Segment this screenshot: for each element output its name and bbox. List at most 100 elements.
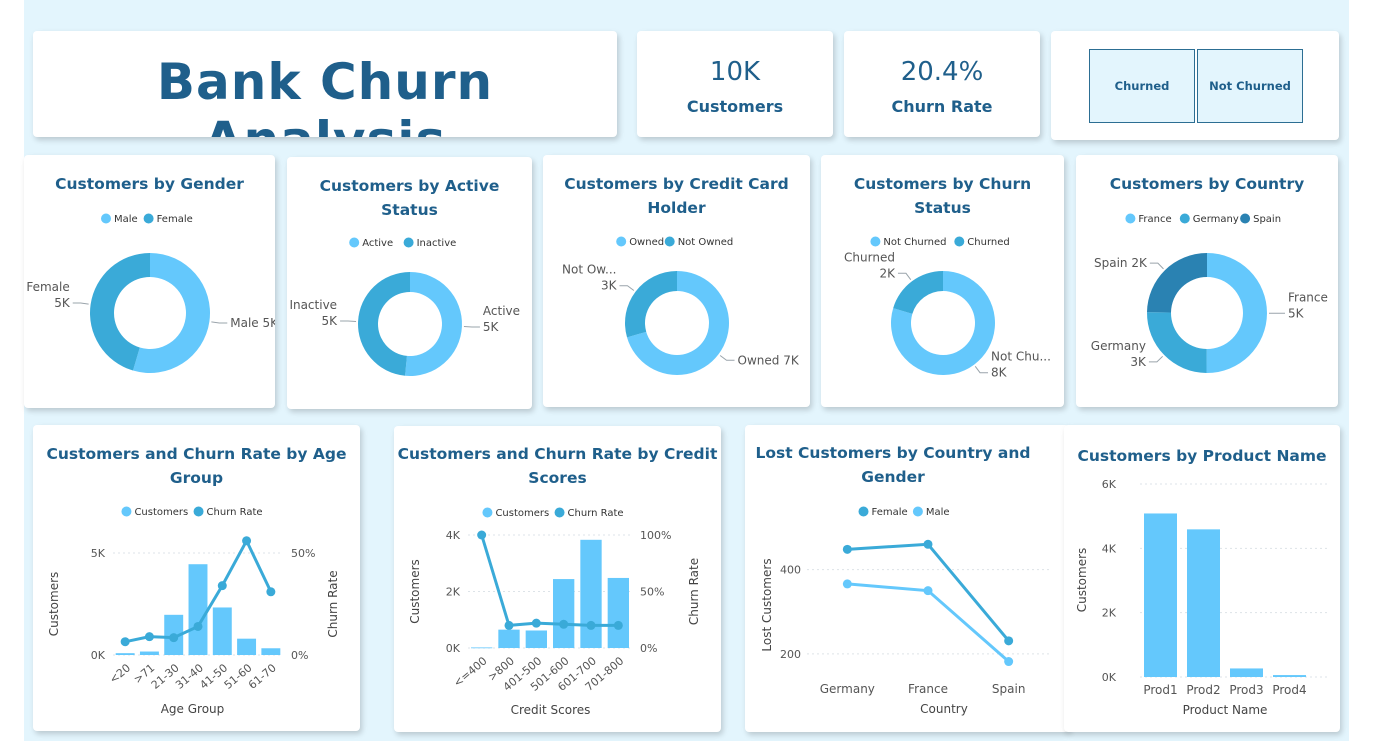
y2-tick-label: 0% — [640, 642, 657, 655]
gender-donut-chart: Customers by Gender Male Female Male 5K Fema… — [26, 175, 275, 373]
legend-marker-not-churned — [870, 236, 881, 247]
legend-marker-inactive — [403, 237, 414, 248]
legend-label-male: Male — [114, 214, 138, 225]
legend-label-france: France — [1138, 214, 1171, 225]
gender-chart-card: Customers by Gender Male Female Male 5K Fema… — [24, 155, 275, 408]
slice-france — [1206, 253, 1267, 373]
y2-axis-title: Churn Rate — [326, 570, 340, 637]
legend-marker-not-owned — [664, 236, 675, 247]
credit-score-chart-card: Customers and Churn Rate by Credit Scores… — [394, 426, 721, 732]
y-tick-label: 4K — [446, 529, 461, 542]
y2-tick-label: 0% — [291, 649, 308, 662]
churn-rate-point-601-700 — [586, 620, 596, 630]
bar-31-40 — [188, 564, 208, 655]
leader-line-spain — [1149, 262, 1164, 270]
legend-marker-customers — [482, 507, 493, 518]
legend-marker-churn-rate — [554, 507, 565, 518]
leader-line-not-churned — [974, 366, 989, 374]
x-axis-title: Country — [920, 702, 968, 716]
bar-71 — [139, 651, 159, 655]
legend-marker-spain — [1240, 213, 1251, 224]
legend-marker-churned — [954, 236, 965, 247]
kpi-label-customers: Customers — [686, 97, 784, 116]
churn-status-chart-card: Customers by Churn Status Not Churned Churn… — [821, 155, 1064, 407]
y-axis-title: Customers — [47, 572, 61, 637]
x-axis-title: Credit Scores — [511, 703, 591, 717]
data-label-germany: 3K — [1130, 355, 1147, 369]
churn-rate-point-31-40 — [193, 621, 203, 631]
bar-51-60 — [237, 638, 257, 655]
product-bar-chart: Customers by Product Name 0K 2K 4K 6K Prod1 Pr… — [1075, 447, 1328, 717]
product-chart-card: Customers by Product Name 0K 2K 4K 6K Prod1 Pr… — [1064, 425, 1340, 732]
chart-title: Scores — [528, 469, 586, 487]
y-axis-title: Lost Customers — [760, 558, 774, 651]
chart-title: Customers and Churn Rate by Age — [46, 445, 346, 463]
legend-label-male: Male — [926, 507, 950, 518]
legend-label-female: Female — [872, 507, 908, 518]
data-label-active: Active — [483, 304, 520, 318]
bar-20 — [115, 653, 135, 655]
y-tick-label: 400 — [780, 564, 801, 577]
lost-customers-chart-card: Lost Customers by Country and Gender Femal… — [745, 425, 1069, 732]
legend-label-churned: Churned — [967, 237, 1009, 248]
legend-marker-male — [101, 213, 111, 224]
legend-label-spain: Spain — [1253, 214, 1281, 225]
point-female-france — [923, 539, 933, 549]
bar-prod1 — [1144, 513, 1177, 677]
legend-marker-churn-rate — [193, 506, 204, 517]
churn-rate-point-800 — [504, 620, 514, 630]
slicer-option-churned[interactable]: Churned — [1089, 49, 1195, 123]
chart-title: Customers by Gender — [55, 175, 244, 193]
legend-label-customers: Customers — [495, 508, 549, 519]
credit-card-chart-card: Customers by Credit Card Holder Owned Not O… — [543, 155, 810, 407]
x-tick-label: France — [908, 682, 948, 696]
x-tick-label: Prod1 — [1143, 683, 1177, 697]
x-tick-label: Prod3 — [1229, 683, 1263, 697]
legend-marker-male — [912, 506, 923, 517]
leader-line-germany — [1148, 355, 1164, 363]
slice-churned — [893, 271, 943, 314]
bar-400 — [471, 647, 493, 649]
bar-800 — [498, 629, 520, 648]
legend-label-churn-rate: Churn Rate — [207, 507, 263, 518]
point-female-germany — [842, 544, 852, 554]
y-tick-label: 4K — [1102, 542, 1117, 555]
chart-title: Customers by Country — [1110, 175, 1304, 193]
x-tick-label: Prod2 — [1186, 683, 1220, 697]
bar-61-70 — [261, 648, 281, 655]
bar-prod4 — [1273, 675, 1306, 677]
lost-customers-line-chart: Lost Customers by Country and Gender Femal… — [755, 444, 1049, 716]
data-label-germany: Germany — [1091, 339, 1146, 353]
y2-tick-label: 100% — [640, 529, 671, 542]
chart-title: Holder — [647, 199, 706, 217]
churn-rate-point-400 — [477, 530, 487, 540]
churn-slicer-card: Churned Not Churned — [1051, 31, 1339, 140]
churn-rate-point-701-800 — [613, 620, 623, 630]
churn-rate-point-20 — [120, 637, 130, 647]
chart-title: Status — [381, 201, 438, 219]
chart-title: Customers by Churn — [854, 175, 1031, 193]
bar-41-50 — [212, 607, 232, 655]
legend-label-not-owned: Not Owned — [678, 237, 734, 248]
page-title: Bank Churn Analysis — [156, 53, 494, 137]
slice-germany — [1147, 312, 1207, 373]
slicer-option-not-churned[interactable]: Not Churned — [1197, 49, 1303, 123]
data-label-churned: Churned — [844, 250, 895, 264]
y-tick-label: 5K — [91, 547, 106, 560]
line-male — [847, 582, 1010, 663]
kpi-card-customers: 10K Customers — [637, 31, 833, 137]
leader-line-not-owned — [619, 285, 635, 291]
y-tick-label: 2K — [1102, 607, 1117, 620]
y2-axis-title: Churn Rate — [687, 558, 701, 625]
churn-status-donut-chart: Customers by Churn Status Not Churned Churn… — [844, 175, 1051, 380]
slice-inactive — [357, 272, 410, 376]
x-axis-title: Product Name — [1183, 703, 1268, 717]
bar-prod2 — [1187, 529, 1220, 677]
bar-701-800 — [607, 577, 629, 648]
x-tick-label: Prod4 — [1272, 683, 1306, 697]
slice-not-owned — [625, 271, 677, 338]
legend-label-not-churned: Not Churned — [883, 237, 946, 248]
age-group-combo-chart: Customers and Churn Rate by Age Group Cust… — [46, 445, 346, 716]
data-label-not-owned: Not Ow... — [562, 263, 616, 277]
data-label-male: Male 5K — [230, 316, 275, 330]
